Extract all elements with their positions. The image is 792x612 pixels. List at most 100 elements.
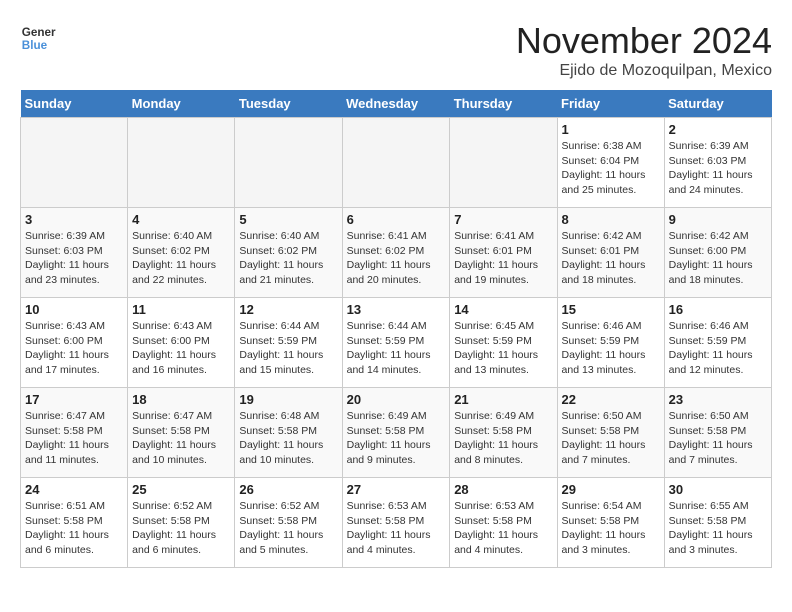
day-detail: Sunrise: 6:50 AM Sunset: 5:58 PM Dayligh… xyxy=(669,409,767,468)
calendar-cell: 6 Sunrise: 6:41 AM Sunset: 6:02 PM Daylig… xyxy=(342,208,450,298)
calendar-week-2: 3 Sunrise: 6:39 AM Sunset: 6:03 PM Daylig… xyxy=(21,208,772,298)
calendar-cell: 7 Sunrise: 6:41 AM Sunset: 6:01 PM Daylig… xyxy=(450,208,557,298)
calendar-week-1: 1 Sunrise: 6:38 AM Sunset: 6:04 PM Daylig… xyxy=(21,118,772,208)
location-subtitle: Ejido de Mozoquilpan, Mexico xyxy=(516,62,772,80)
calendar-cell: 20 Sunrise: 6:49 AM Sunset: 5:58 PM Dayli… xyxy=(342,388,450,478)
day-detail: Sunrise: 6:54 AM Sunset: 5:58 PM Dayligh… xyxy=(562,499,660,558)
calendar-cell: 24 Sunrise: 6:51 AM Sunset: 5:58 PM Dayli… xyxy=(21,478,128,568)
svg-text:Blue: Blue xyxy=(22,39,48,52)
calendar-cell: 29 Sunrise: 6:54 AM Sunset: 5:58 PM Dayli… xyxy=(557,478,664,568)
day-number: 8 xyxy=(562,212,660,227)
day-detail: Sunrise: 6:41 AM Sunset: 6:02 PM Dayligh… xyxy=(347,229,446,288)
day-number: 25 xyxy=(132,482,230,497)
calendar-cell: 27 Sunrise: 6:53 AM Sunset: 5:58 PM Dayli… xyxy=(342,478,450,568)
day-number: 11 xyxy=(132,302,230,317)
calendar-cell: 2 Sunrise: 6:39 AM Sunset: 6:03 PM Daylig… xyxy=(664,118,771,208)
day-detail: Sunrise: 6:52 AM Sunset: 5:58 PM Dayligh… xyxy=(239,499,337,558)
day-number: 17 xyxy=(25,392,123,407)
day-number: 1 xyxy=(562,122,660,137)
calendar-cell: 17 Sunrise: 6:47 AM Sunset: 5:58 PM Dayli… xyxy=(21,388,128,478)
calendar-cell: 9 Sunrise: 6:42 AM Sunset: 6:00 PM Daylig… xyxy=(664,208,771,298)
calendar-week-3: 10 Sunrise: 6:43 AM Sunset: 6:00 PM Dayli… xyxy=(21,298,772,388)
day-detail: Sunrise: 6:55 AM Sunset: 5:58 PM Dayligh… xyxy=(669,499,767,558)
day-number: 19 xyxy=(239,392,337,407)
calendar-week-5: 24 Sunrise: 6:51 AM Sunset: 5:58 PM Dayli… xyxy=(21,478,772,568)
header-thursday: Thursday xyxy=(450,90,557,118)
day-number: 29 xyxy=(562,482,660,497)
day-number: 14 xyxy=(454,302,552,317)
day-number: 30 xyxy=(669,482,767,497)
day-detail: Sunrise: 6:45 AM Sunset: 5:59 PM Dayligh… xyxy=(454,319,552,378)
day-detail: Sunrise: 6:41 AM Sunset: 6:01 PM Dayligh… xyxy=(454,229,552,288)
day-number: 28 xyxy=(454,482,552,497)
day-detail: Sunrise: 6:51 AM Sunset: 5:58 PM Dayligh… xyxy=(25,499,123,558)
calendar-cell: 28 Sunrise: 6:53 AM Sunset: 5:58 PM Dayli… xyxy=(450,478,557,568)
day-detail: Sunrise: 6:49 AM Sunset: 5:58 PM Dayligh… xyxy=(454,409,552,468)
day-detail: Sunrise: 6:52 AM Sunset: 5:58 PM Dayligh… xyxy=(132,499,230,558)
calendar-cell: 25 Sunrise: 6:52 AM Sunset: 5:58 PM Dayli… xyxy=(128,478,235,568)
calendar-cell: 30 Sunrise: 6:55 AM Sunset: 5:58 PM Dayli… xyxy=(664,478,771,568)
calendar-cell xyxy=(21,118,128,208)
calendar-cell: 21Sunrise: 6:49 AM Sunset: 5:58 PM Dayli… xyxy=(450,388,557,478)
day-number: 10 xyxy=(25,302,123,317)
calendar-cell: 3 Sunrise: 6:39 AM Sunset: 6:03 PM Daylig… xyxy=(21,208,128,298)
day-number: 2 xyxy=(669,122,767,137)
day-detail: Sunrise: 6:42 AM Sunset: 6:00 PM Dayligh… xyxy=(669,229,767,288)
calendar-cell: 14 Sunrise: 6:45 AM Sunset: 5:59 PM Dayli… xyxy=(450,298,557,388)
calendar-cell: 8 Sunrise: 6:42 AM Sunset: 6:01 PM Daylig… xyxy=(557,208,664,298)
page-header: General Blue November 2024 Ejido de Mozo… xyxy=(20,20,772,80)
svg-text:General: General xyxy=(22,26,56,39)
header-tuesday: Tuesday xyxy=(235,90,342,118)
day-number: 15 xyxy=(562,302,660,317)
header-saturday: Saturday xyxy=(664,90,771,118)
month-title: November 2024 xyxy=(516,20,772,62)
day-detail: Sunrise: 6:47 AM Sunset: 5:58 PM Dayligh… xyxy=(25,409,123,468)
calendar-cell: 18Sunrise: 6:47 AM Sunset: 5:58 PM Dayli… xyxy=(128,388,235,478)
calendar-cell: 1 Sunrise: 6:38 AM Sunset: 6:04 PM Daylig… xyxy=(557,118,664,208)
header-wednesday: Wednesday xyxy=(342,90,450,118)
calendar-cell: 19 Sunrise: 6:48 AM Sunset: 5:58 PM Dayli… xyxy=(235,388,342,478)
calendar-cell: 22Sunrise: 6:50 AM Sunset: 5:58 PM Dayli… xyxy=(557,388,664,478)
day-detail: Sunrise: 6:53 AM Sunset: 5:58 PM Dayligh… xyxy=(347,499,446,558)
calendar-cell: 23Sunrise: 6:50 AM Sunset: 5:58 PM Dayli… xyxy=(664,388,771,478)
day-number: 24 xyxy=(25,482,123,497)
header-friday: Friday xyxy=(557,90,664,118)
calendar-cell xyxy=(450,118,557,208)
day-detail: Sunrise: 6:53 AM Sunset: 5:58 PM Dayligh… xyxy=(454,499,552,558)
day-number: 3 xyxy=(25,212,123,227)
day-number: 13 xyxy=(347,302,446,317)
day-detail: Sunrise: 6:49 AM Sunset: 5:58 PM Dayligh… xyxy=(347,409,446,468)
day-number: 20 xyxy=(347,392,446,407)
day-number: 27 xyxy=(347,482,446,497)
day-detail: Sunrise: 6:42 AM Sunset: 6:01 PM Dayligh… xyxy=(562,229,660,288)
calendar-cell: 26Sunrise: 6:52 AM Sunset: 5:58 PM Dayli… xyxy=(235,478,342,568)
day-detail: Sunrise: 6:39 AM Sunset: 6:03 PM Dayligh… xyxy=(669,139,767,198)
day-detail: Sunrise: 6:43 AM Sunset: 6:00 PM Dayligh… xyxy=(25,319,123,378)
calendar-cell: 16Sunrise: 6:46 AM Sunset: 5:59 PM Dayli… xyxy=(664,298,771,388)
day-number: 5 xyxy=(239,212,337,227)
day-detail: Sunrise: 6:44 AM Sunset: 5:59 PM Dayligh… xyxy=(239,319,337,378)
calendar-cell xyxy=(128,118,235,208)
header-monday: Monday xyxy=(128,90,235,118)
day-detail: Sunrise: 6:39 AM Sunset: 6:03 PM Dayligh… xyxy=(25,229,123,288)
calendar-header-row: Sunday Monday Tuesday Wednesday Thursday… xyxy=(21,90,772,118)
day-detail: Sunrise: 6:40 AM Sunset: 6:02 PM Dayligh… xyxy=(239,229,337,288)
day-number: 16 xyxy=(669,302,767,317)
title-block: November 2024 Ejido de Mozoquilpan, Mexi… xyxy=(516,20,772,80)
calendar-cell: 15 Sunrise: 6:46 AM Sunset: 5:59 PM Dayli… xyxy=(557,298,664,388)
logo-icon: General Blue xyxy=(20,20,56,56)
day-detail: Sunrise: 6:40 AM Sunset: 6:02 PM Dayligh… xyxy=(132,229,230,288)
day-detail: Sunrise: 6:43 AM Sunset: 6:00 PM Dayligh… xyxy=(132,319,230,378)
calendar-cell: 10 Sunrise: 6:43 AM Sunset: 6:00 PM Dayli… xyxy=(21,298,128,388)
day-detail: Sunrise: 6:50 AM Sunset: 5:58 PM Dayligh… xyxy=(562,409,660,468)
day-number: 7 xyxy=(454,212,552,227)
day-detail: Sunrise: 6:48 AM Sunset: 5:58 PM Dayligh… xyxy=(239,409,337,468)
day-number: 6 xyxy=(347,212,446,227)
day-detail: Sunrise: 6:46 AM Sunset: 5:59 PM Dayligh… xyxy=(562,319,660,378)
calendar-cell: 13Sunrise: 6:44 AM Sunset: 5:59 PM Dayli… xyxy=(342,298,450,388)
day-number: 9 xyxy=(669,212,767,227)
calendar-table: Sunday Monday Tuesday Wednesday Thursday… xyxy=(20,90,772,568)
day-detail: Sunrise: 6:38 AM Sunset: 6:04 PM Dayligh… xyxy=(562,139,660,198)
calendar-cell: 12Sunrise: 6:44 AM Sunset: 5:59 PM Dayli… xyxy=(235,298,342,388)
day-detail: Sunrise: 6:47 AM Sunset: 5:58 PM Dayligh… xyxy=(132,409,230,468)
